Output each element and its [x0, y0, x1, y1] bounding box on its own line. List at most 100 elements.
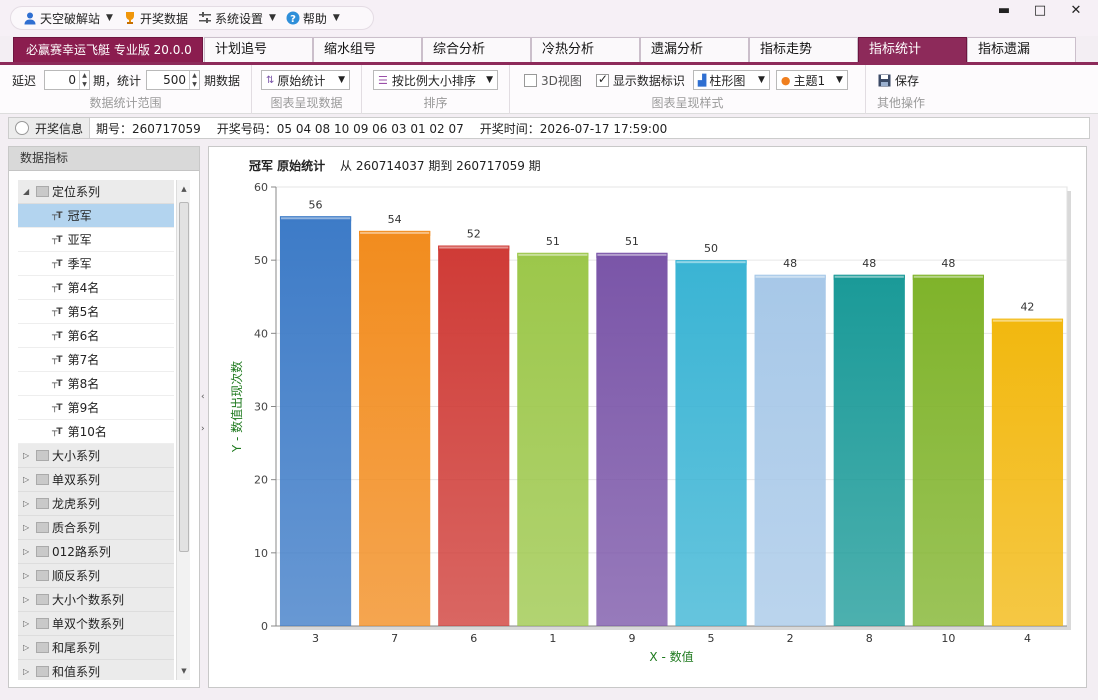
- period-count-value: 500: [163, 73, 187, 87]
- draw-period: 期号：260717059: [96, 121, 201, 136]
- menu-settings[interactable]: 系统设置 ▼: [198, 10, 276, 27]
- indicator-icon: ┬T: [52, 234, 63, 245]
- tree-group-label: 大小个数系列: [52, 593, 125, 607]
- tab-indicator-stats[interactable]: 指标统计: [858, 37, 967, 62]
- expand-arrow-icon[interactable]: ▷: [23, 595, 33, 604]
- period-count-stepper[interactable]: 500 ▲ ▼: [146, 70, 201, 90]
- expand-arrow-icon[interactable]: ▷: [23, 547, 33, 556]
- tab-plan[interactable]: 计划追号: [204, 37, 313, 62]
- tree-item[interactable]: ┬T 第7名: [18, 348, 174, 372]
- expand-arrow-icon[interactable]: ▷: [23, 667, 33, 676]
- tree-group-label: 单双个数系列: [52, 617, 125, 631]
- expand-arrow-icon[interactable]: ▷: [23, 619, 33, 628]
- panel-splitter[interactable]: ‹ ›: [200, 146, 208, 688]
- expand-arrow-icon[interactable]: ▷: [23, 643, 33, 652]
- tab-shrink[interactable]: 缩水组号: [313, 37, 422, 62]
- tree-group[interactable]: ▷ 大小系列: [18, 444, 174, 468]
- expand-arrow-icon[interactable]: ▷: [23, 571, 33, 580]
- group-folder-icon: [36, 570, 49, 581]
- delay-stepper[interactable]: 0 ▲ ▼: [44, 70, 91, 90]
- draw-numbers: 开奖号码：05 04 08 10 09 06 03 01 02 07: [216, 121, 464, 136]
- tree-group[interactable]: ▷ 大小个数系列: [18, 588, 174, 612]
- x-axis-label: X - 数值: [649, 649, 693, 664]
- tree-group[interactable]: ▷ 和值系列: [18, 660, 174, 680]
- menu-lottery-data[interactable]: 开奖数据: [123, 10, 188, 27]
- scroll-up-icon[interactable]: ▲: [177, 182, 191, 196]
- scroll-thumb[interactable]: [179, 202, 189, 552]
- tree-item[interactable]: ┬T 第6名: [18, 324, 174, 348]
- indicator-icon: ┬T: [52, 378, 63, 389]
- bar-data-label: 51: [546, 235, 560, 248]
- tab-overall[interactable]: 综合分析: [422, 37, 531, 62]
- save-label: 保存: [895, 73, 920, 88]
- group-caption: 图表呈现样式: [651, 96, 724, 110]
- tree-item[interactable]: ┬T 第10名: [18, 420, 174, 444]
- sort-select[interactable]: ☰ 按比例大小排序 ▼: [373, 70, 498, 90]
- tree-item[interactable]: ┬T 亚军: [18, 228, 174, 252]
- tree-item[interactable]: ┬T 第8名: [18, 372, 174, 396]
- save-button[interactable]: 保存: [878, 70, 919, 90]
- tree-item[interactable]: ┬T 第9名: [18, 396, 174, 420]
- tab-indicator-missing[interactable]: 指标遗漏: [967, 37, 1076, 62]
- expand-arrow-icon[interactable]: ▷: [23, 451, 33, 460]
- expand-arrow-icon[interactable]: ▷: [23, 475, 33, 484]
- tree-group[interactable]: ▷ 和尾系列: [18, 636, 174, 660]
- display-mode-select[interactable]: ⇅ 原始统计 ▼: [261, 70, 350, 90]
- stepper-arrows-icon[interactable]: ▲ ▼: [79, 71, 89, 89]
- indicator-panel-title: 数据指标: [9, 147, 199, 171]
- tree-item[interactable]: ┬T 季军: [18, 252, 174, 276]
- tree-scrollbar[interactable]: ▲ ▼: [176, 180, 190, 680]
- chart-type-select[interactable]: ▟ 柱形图 ▼: [692, 70, 770, 90]
- group-chart-style: 3D视图 显示数据标识 ▟ 柱形图 ▼ ● 主题1 ▼ 图表呈现样式: [510, 65, 866, 114]
- draw-info-button[interactable]: 开奖信息: [9, 118, 91, 138]
- y-tick-label: 30: [254, 401, 268, 414]
- menu-site[interactable]: 天空破解站 ▼: [23, 10, 113, 27]
- tree-group[interactable]: ▷ 质合系列: [18, 516, 174, 540]
- tree-item[interactable]: ┬T 第4名: [18, 276, 174, 300]
- y-tick-label: 0: [261, 620, 268, 633]
- view3d-checkbox[interactable]: [524, 73, 537, 87]
- bar: [912, 274, 984, 626]
- tree-group[interactable]: ▷ 单双个数系列: [18, 612, 174, 636]
- tab-hotcold[interactable]: 冷热分析: [531, 37, 640, 62]
- group-caption: 排序: [423, 96, 448, 110]
- chevron-down-icon: ▼: [268, 13, 276, 23]
- group-folder-icon: [36, 642, 49, 653]
- group-sort: ☰ 按比例大小排序 ▼ 排序: [362, 65, 510, 114]
- bar: [833, 274, 905, 626]
- indicator-icon: ┬T: [52, 306, 63, 317]
- expand-arrow-icon[interactable]: ▷: [23, 523, 33, 532]
- x-tick-label: 5: [708, 632, 715, 645]
- tree-group[interactable]: ▷ 单双系列: [18, 468, 174, 492]
- expand-right-icon[interactable]: ›: [201, 424, 205, 434]
- indicator-icon: ┬T: [52, 426, 63, 437]
- collapse-left-icon[interactable]: ‹: [201, 392, 205, 402]
- tree-group[interactable]: ▷ 012路系列: [18, 540, 174, 564]
- show-labels-checkbox[interactable]: [595, 72, 609, 87]
- expand-arrow-icon[interactable]: ▷: [23, 499, 33, 508]
- close-button[interactable]: ✕: [1058, 2, 1094, 22]
- tree-item-label: 第5名: [67, 305, 100, 319]
- tab-brand[interactable]: 必赢赛幸运飞艇 专业版 20.0.0: [13, 37, 203, 62]
- stepper-arrows-icon[interactable]: ▲ ▼: [189, 71, 199, 89]
- collapse-arrow-icon[interactable]: ◢: [23, 187, 33, 196]
- theme-value: 主题1: [793, 73, 826, 88]
- tab-indicator-trend[interactable]: 指标走势: [749, 37, 858, 62]
- bar-highlight: [439, 246, 509, 249]
- tree-item[interactable]: ┬T 第5名: [18, 300, 174, 324]
- x-tick-label: 4: [1024, 632, 1031, 645]
- group-chart-data: ⇅ 原始统计 ▼ 图表呈现数据: [252, 65, 362, 114]
- minimize-button[interactable]: ▬: [986, 2, 1022, 22]
- indicator-panel: 数据指标 ◢ 定位系列 ┬T 冠军 ┬T 亚军 ┬T 季军 ┬T 第4名 ┬T 第5名 ┬T 第6名 ┬T 第…: [8, 146, 200, 688]
- theme-select[interactable]: ● 主题1 ▼: [775, 70, 848, 90]
- tree-item-label: 季军: [67, 257, 92, 271]
- bar-highlight: [913, 275, 983, 278]
- scroll-down-icon[interactable]: ▼: [177, 664, 191, 678]
- tree-item[interactable]: ┬T 冠军: [18, 204, 174, 228]
- tree-group[interactable]: ▷ 顺反系列: [18, 564, 174, 588]
- tree-group[interactable]: ◢ 定位系列: [18, 180, 174, 204]
- tab-missing[interactable]: 遗漏分析: [640, 37, 749, 62]
- tree-group[interactable]: ▷ 龙虎系列: [18, 492, 174, 516]
- maximize-button[interactable]: □: [1022, 2, 1058, 22]
- menu-help[interactable]: ? 帮助 ▼: [286, 10, 340, 27]
